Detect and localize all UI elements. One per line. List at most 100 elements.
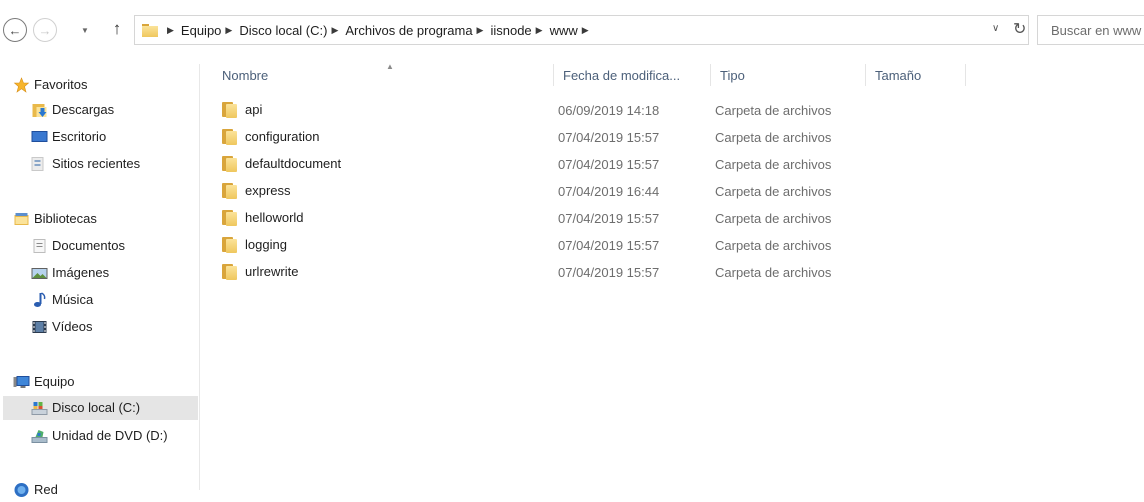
column-header-size[interactable]: Tamaño: [866, 64, 966, 86]
file-name: urlrewrite: [245, 264, 299, 279]
computer-icon: [13, 376, 30, 388]
file-name: api: [245, 102, 263, 117]
network-icon: [14, 483, 29, 497]
folder-icon: [222, 263, 237, 280]
column-header-date[interactable]: Fecha de modifica...: [554, 64, 711, 86]
breadcrumb-equipo[interactable]: Equipo: [181, 23, 221, 38]
folder-icon: [222, 101, 237, 118]
column-header-label: Tipo: [720, 67, 745, 83]
file-name: helloworld: [245, 210, 304, 225]
nav-network[interactable]: Red: [0, 478, 199, 502]
star-icon: [13, 77, 30, 93]
nav-favorites[interactable]: Favoritos: [0, 73, 199, 97]
folder-icon: [222, 209, 237, 226]
nav-label: Favoritos: [34, 77, 88, 92]
address-bar[interactable]: ▶ Equipo ▶ Disco local (C:) ▶ Archivos d…: [134, 15, 1029, 45]
nav-label: Descargas: [52, 102, 115, 117]
breadcrumb-iisnode[interactable]: iisnode: [490, 23, 531, 38]
file-name: express: [245, 183, 291, 198]
file-row[interactable]: configuration 07/04/2019 15:57 Carpeta d…: [213, 123, 966, 150]
file-name: configuration: [245, 129, 320, 144]
search-input[interactable]: Buscar en www: [1037, 15, 1144, 45]
column-header-name[interactable]: Nombre ▲: [213, 64, 554, 86]
nav-libraries[interactable]: Bibliotecas: [0, 207, 199, 231]
sort-ascending-icon: ▲: [386, 64, 394, 71]
column-header-type[interactable]: Tipo: [711, 64, 866, 86]
breadcrumb-separator-icon[interactable]: ▶: [331, 25, 338, 36]
back-arrow-icon[interactable]: ←: [3, 18, 27, 42]
nav-item-documentos[interactable]: Documentos: [0, 234, 199, 258]
nav-label: Sitios recientes: [52, 156, 141, 171]
folder-icon: [142, 23, 158, 37]
dvd-drive-icon: [31, 430, 48, 443]
column-headers: Nombre ▲ Fecha de modifica... Tipo Tamañ…: [213, 64, 966, 86]
pictures-icon: [31, 268, 48, 279]
nav-computer[interactable]: Equipo: [0, 370, 199, 394]
nav-item-videos[interactable]: Vídeos: [0, 315, 199, 339]
forward-arrow-icon[interactable]: →: [33, 18, 57, 42]
file-type: Carpeta de archivos: [715, 184, 832, 199]
file-date: 07/04/2019 16:44: [558, 184, 660, 199]
nav-item-imagenes[interactable]: Imágenes: [0, 261, 199, 285]
nav-label: Música: [52, 292, 94, 307]
breadcrumb-separator-icon[interactable]: ▶: [582, 25, 589, 36]
downloads-icon: [32, 104, 47, 117]
navigation-bar: ← → ▼ ↑ ▶ Equipo ▶ Disco local (C:) ▶ Ar…: [0, 0, 1144, 64]
chevron-down-icon[interactable]: ▼: [79, 23, 91, 37]
file-type: Carpeta de archivos: [715, 103, 832, 118]
file-date: 07/04/2019 15:57: [558, 238, 660, 253]
nav-item-descargas[interactable]: Descargas: [0, 98, 199, 122]
file-type: Carpeta de archivos: [715, 238, 832, 253]
column-header-label: Tamaño: [875, 67, 922, 83]
breadcrumb-www[interactable]: www: [550, 23, 578, 38]
nav-label: Equipo: [34, 374, 75, 389]
nav-item-unidad-dvd[interactable]: Unidad de DVD (D:): [0, 424, 199, 448]
file-type: Carpeta de archivos: [715, 157, 832, 172]
nav-label: Vídeos: [52, 319, 93, 334]
folder-icon: [222, 128, 237, 145]
breadcrumb-separator-icon[interactable]: ▶: [225, 25, 232, 36]
nav-item-sitios-recientes[interactable]: Sitios recientes: [0, 152, 199, 176]
nav-label: Bibliotecas: [34, 211, 97, 226]
file-date: 07/04/2019 15:57: [558, 211, 660, 226]
folder-icon: [222, 155, 237, 172]
breadcrumb-archivos-de-programa[interactable]: Archivos de programa: [345, 23, 472, 38]
nav-item-musica[interactable]: Música: [0, 288, 199, 312]
breadcrumb-disco-local[interactable]: Disco local (C:): [239, 23, 327, 38]
video-icon: [32, 321, 47, 333]
folder-icon: [222, 182, 237, 199]
refresh-icon[interactable]: ↻: [1013, 19, 1026, 39]
libraries-icon: [14, 213, 29, 225]
desktop-icon: [31, 131, 48, 142]
file-row[interactable]: express 07/04/2019 16:44 Carpeta de arch…: [213, 177, 966, 204]
file-row[interactable]: api 06/09/2019 14:18 Carpeta de archivos: [213, 96, 966, 123]
file-row[interactable]: urlrewrite 07/04/2019 15:57 Carpeta de a…: [213, 258, 966, 285]
navigation-pane: Favoritos Descargas Escritorio Sitios re…: [0, 64, 200, 497]
file-row[interactable]: logging 07/04/2019 15:57 Carpeta de arch…: [213, 231, 966, 258]
local-disk-icon: [31, 402, 48, 415]
nav-label: Unidad de DVD (D:): [52, 428, 168, 443]
breadcrumb-separator-icon[interactable]: ▶: [536, 25, 543, 36]
file-name: defaultdocument: [245, 156, 342, 171]
breadcrumb-separator-icon[interactable]: ▶: [167, 25, 174, 36]
address-dropdown-icon[interactable]: ∨: [992, 23, 999, 34]
nav-label: Imágenes: [52, 265, 110, 280]
nav-item-disco-local[interactable]: Disco local (C:): [3, 396, 198, 420]
nav-label: Escritorio: [52, 129, 107, 144]
nav-item-escritorio[interactable]: Escritorio: [0, 125, 199, 149]
file-date: 07/04/2019 15:57: [558, 265, 660, 280]
file-date: 07/04/2019 15:57: [558, 130, 660, 145]
file-date: 07/04/2019 15:57: [558, 157, 660, 172]
file-type: Carpeta de archivos: [715, 130, 832, 145]
breadcrumb-separator-icon[interactable]: ▶: [477, 25, 484, 36]
file-name: logging: [245, 237, 287, 252]
file-row[interactable]: helloworld 07/04/2019 15:57 Carpeta de a…: [213, 204, 966, 231]
file-list: Nombre ▲ Fecha de modifica... Tipo Tamañ…: [201, 64, 1144, 490]
folder-icon: [222, 236, 237, 253]
nav-label: Disco local (C:): [52, 400, 141, 415]
file-row[interactable]: defaultdocument 07/04/2019 15:57 Carpeta…: [213, 150, 966, 177]
music-note-icon: [34, 292, 46, 307]
recent-places-icon: [31, 157, 44, 171]
up-arrow-icon[interactable]: ↑: [108, 19, 126, 39]
nav-label: Documentos: [52, 238, 125, 253]
